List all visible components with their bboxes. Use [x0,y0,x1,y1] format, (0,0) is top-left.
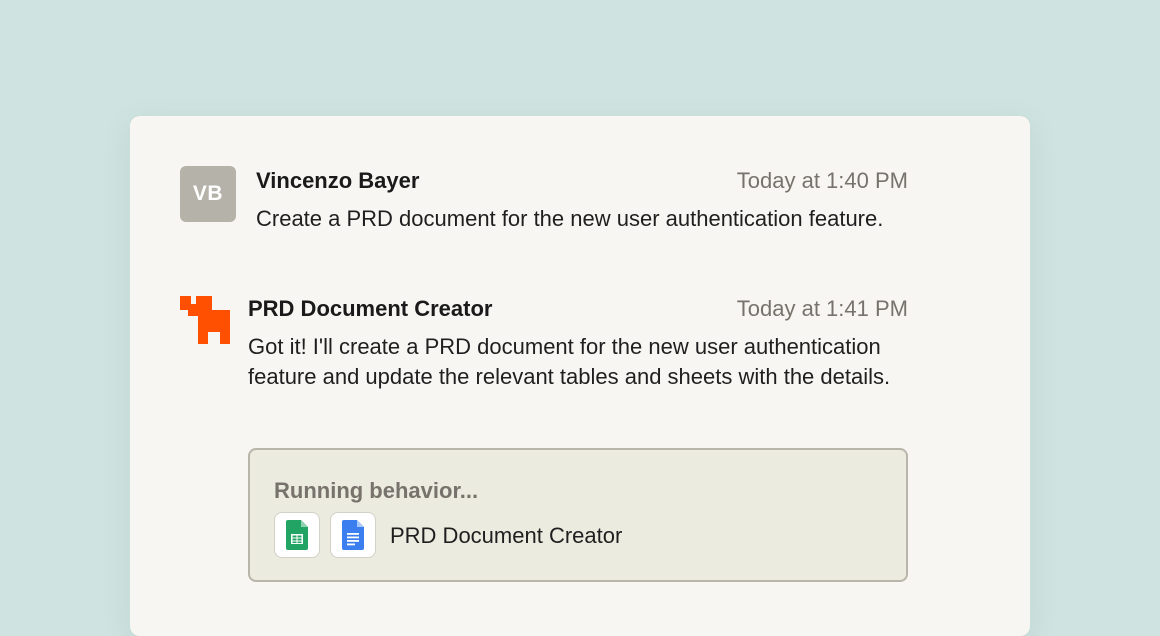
chat-panel: VB Vincenzo Bayer Today at 1:40 PM Creat… [130,116,1030,636]
message-timestamp: Today at 1:40 PM [736,168,908,193]
message-author: Vincenzo Bayer [256,168,420,193]
google-docs-icon [330,512,376,558]
zapier-logo-icon [180,296,230,344]
run-status-label: Running behavior... [274,478,479,503]
message-text: Got it! I'll create a PRD document for t… [248,334,891,389]
message-timestamp: Today at 1:41 PM [736,296,908,321]
message-text: Create a PRD document for the new user a… [256,206,884,231]
avatar: VB [180,166,236,222]
running-behavior-card[interactable]: Running behavior... PRD Document Creator [248,448,908,582]
message-author: PRD Document Creator [248,296,493,321]
behavior-name: PRD Document Creator [390,523,623,548]
google-sheets-icon [274,512,320,558]
